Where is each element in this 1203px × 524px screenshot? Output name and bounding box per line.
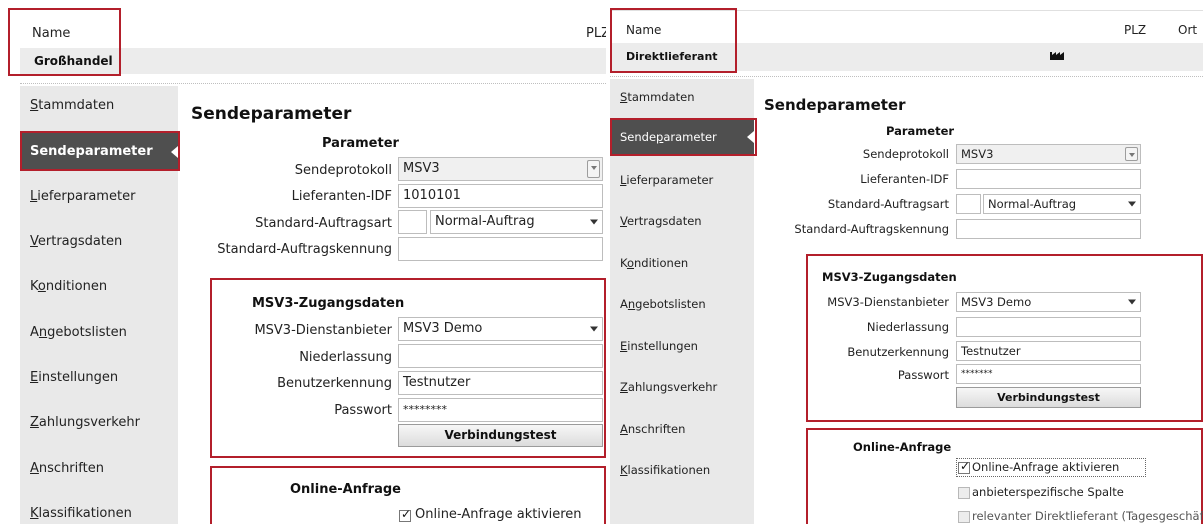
highlight-name-box [8, 8, 121, 76]
sendeprotokoll-label: Sendeprotokoll [862, 147, 949, 161]
auftragskennung-label: Standard-Auftragskennung [217, 242, 392, 257]
chevron-down-icon [1128, 201, 1136, 207]
factory-icon [1050, 52, 1064, 60]
nav-item-stammdaten[interactable]: Stammdaten [30, 98, 114, 113]
lieferanten-idf-input[interactable]: 1010101 [398, 184, 603, 208]
niederlassung-input[interactable] [398, 344, 603, 368]
anbieterspezifische-spalte-checkbox[interactable] [958, 487, 970, 499]
auftragskennung-label: Standard-Auftragskennung [794, 222, 949, 236]
highlight-nav-box [610, 118, 757, 156]
nav-item-angebotslisten[interactable]: Angebotslisten [30, 325, 127, 340]
nav-item-lieferparameter[interactable]: Lieferparameter [30, 189, 135, 204]
nav-item-einstellungen[interactable]: Einstellungen [620, 339, 698, 353]
auftragsart-label: Standard-Auftragsart [827, 197, 949, 211]
separator [610, 76, 1203, 77]
page-title: Sendeparameter [764, 96, 906, 114]
passwort-input[interactable]: ******** [398, 398, 603, 422]
highlight-nav-box [20, 131, 180, 171]
lieferanten-idf-input[interactable] [956, 169, 1141, 189]
nav-item-anschriften[interactable]: Anschriften [620, 422, 685, 436]
auftragsart-select[interactable]: Normal-Auftrag [983, 194, 1141, 214]
lieferanten-idf-label: Lieferanten-IDF [860, 172, 949, 186]
nav-item-konditionen[interactable]: Konditionen [620, 256, 688, 270]
online-heading: Online-Anfrage [290, 482, 401, 497]
passwort-input[interactable]: ******* [956, 364, 1141, 384]
page-title: Sendeparameter [191, 104, 352, 124]
auftragsart-select[interactable]: Normal-Auftrag [430, 210, 603, 234]
verbindungstest-button[interactable]: Verbindungstest [956, 387, 1141, 408]
benutzerkennung-label: Benutzerkennung [847, 345, 949, 359]
nav-item-konditionen[interactable]: Konditionen [30, 279, 107, 294]
left-screenshot-panel: Name PLZ Großhandel Stammdaten Sendepara… [0, 0, 606, 524]
online-heading: Online-Anfrage [853, 440, 952, 454]
nav-item-zahlungsverkehr[interactable]: Zahlungsverkehr [620, 380, 717, 394]
online-aktivieren-label: Online-Anfrage aktivieren [415, 507, 582, 522]
ort-column-header: Ort [1178, 23, 1198, 37]
benutzerkennung-label: Benutzerkennung [277, 376, 392, 391]
auftragskennung-input[interactable] [398, 237, 603, 261]
niederlassung-label: Niederlassung [299, 350, 392, 365]
dienstanbieter-label: MSV3-Dienstanbieter [254, 323, 392, 338]
auftragskennung-input[interactable] [956, 219, 1141, 239]
sendeprotokoll-select[interactable]: MSV3 [398, 157, 603, 181]
plz-column-header: PLZ [586, 26, 606, 41]
sendeprotokoll-select[interactable]: MSV3 [956, 144, 1141, 164]
benutzerkennung-input[interactable]: Testnutzer [398, 371, 603, 395]
msv3-heading: MSV3-Zugangsdaten [252, 296, 405, 311]
chevron-down-icon [590, 326, 598, 332]
dienstanbieter-select[interactable]: MSV3 Demo [398, 317, 603, 341]
sendeprotokoll-label: Sendeprotokoll [294, 163, 392, 178]
online-aktivieren-checkbox[interactable]: ✓ [958, 459, 971, 474]
nav-item-zahlungsverkehr[interactable]: Zahlungsverkehr [30, 415, 140, 430]
auftragsart-label: Standard-Auftragsart [255, 216, 392, 231]
dropdown-button-icon[interactable] [587, 160, 600, 178]
checkmark-icon: ✓ [960, 459, 971, 473]
anbieterspezifische-spalte-label: anbieterspezifische Spalte [972, 485, 1124, 499]
relevanter-direktlieferant-label: relevanter Direktlieferant (Tagesgeschäf… [972, 509, 1203, 523]
lieferanten-idf-label: Lieferanten-IDF [291, 189, 392, 204]
msv3-heading: MSV3-Zugangsdaten [822, 270, 957, 284]
nav-item-angebotslisten[interactable]: Angebotslisten [620, 297, 706, 311]
dienstanbieter-label: MSV3-Dienstanbieter [827, 295, 949, 309]
parameter-heading: Parameter [886, 124, 955, 138]
relevanter-direktlieferant-checkbox[interactable] [958, 511, 970, 523]
nav-item-klassifikationen[interactable]: Klassifikationen [30, 506, 132, 521]
online-aktivieren-label: Online-Anfrage aktivieren [972, 460, 1120, 474]
passwort-label: Passwort [897, 368, 949, 382]
separator [20, 83, 606, 84]
nav-item-anschriften[interactable]: Anschriften [30, 461, 104, 476]
niederlassung-label: Niederlassung [866, 320, 949, 334]
passwort-label: Passwort [334, 403, 392, 418]
nav-item-klassifikationen[interactable]: Klassifikationen [620, 463, 710, 477]
plz-column-header: PLZ [1124, 23, 1147, 37]
chevron-down-icon [1128, 299, 1136, 305]
dienstanbieter-select[interactable]: MSV3 Demo [956, 292, 1141, 312]
benutzerkennung-input[interactable]: Testnutzer [956, 341, 1141, 361]
nav-item-lieferparameter[interactable]: Lieferparameter [620, 173, 713, 187]
nav-item-stammdaten[interactable]: Stammdaten [620, 90, 695, 104]
auftragsart-code-input[interactable] [956, 194, 981, 214]
chevron-down-icon [590, 219, 598, 225]
online-aktivieren-checkbox[interactable]: ✓ [399, 507, 412, 522]
nav-item-vertragsdaten[interactable]: Vertragsdaten [620, 214, 702, 228]
nav-item-vertragsdaten[interactable]: Vertragsdaten [30, 234, 122, 249]
highlight-name-box [610, 8, 737, 73]
dropdown-button-icon[interactable] [1125, 147, 1138, 161]
niederlassung-input[interactable] [956, 317, 1141, 337]
verbindungstest-button[interactable]: Verbindungstest [398, 424, 603, 447]
auftragsart-code-input[interactable] [398, 210, 427, 234]
checkmark-icon: ✓ [401, 507, 412, 521]
nav-item-einstellungen[interactable]: Einstellungen [30, 370, 118, 385]
parameter-heading: Parameter [322, 136, 399, 151]
right-screenshot-panel: Name PLZ Ort Direktlieferant Stammdaten … [606, 0, 1203, 524]
